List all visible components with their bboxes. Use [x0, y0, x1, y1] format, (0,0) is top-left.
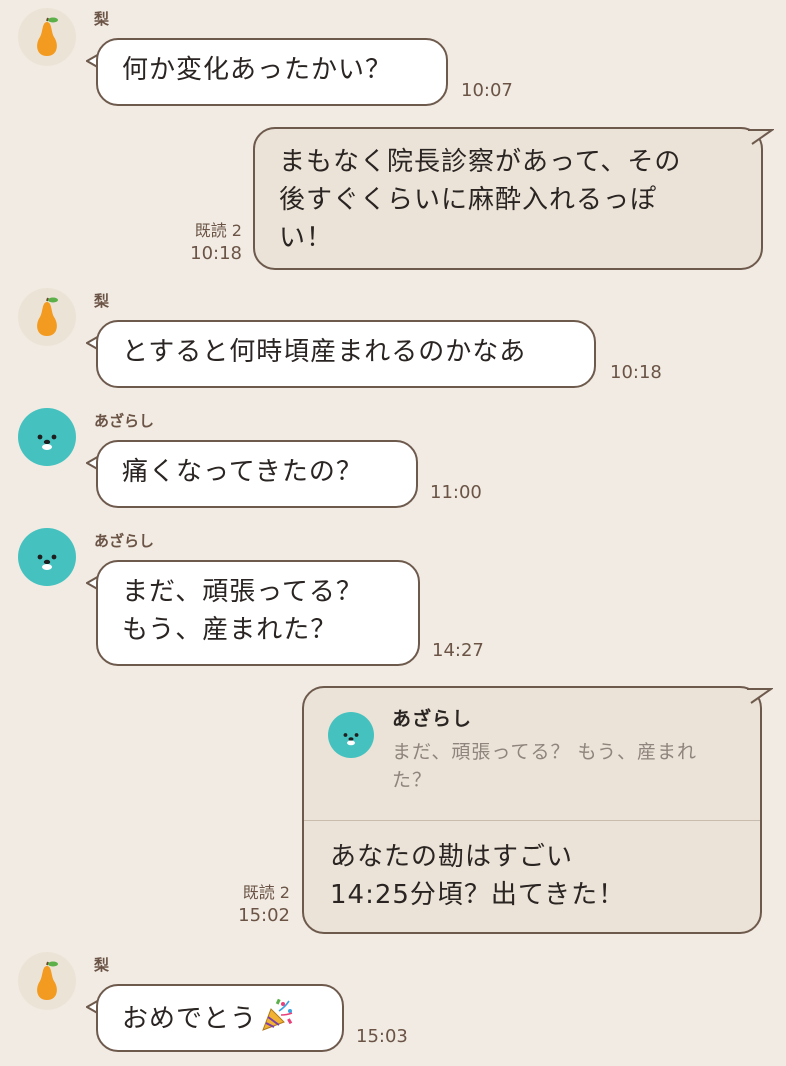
bubble-tail	[747, 688, 773, 704]
message-line: あなたの勘はすごい	[330, 842, 574, 872]
pear-icon	[37, 297, 58, 336]
sender-name: あざらし	[94, 532, 155, 550]
seal-icon	[37, 554, 57, 570]
pear-icon	[37, 17, 58, 56]
bubble-tail	[748, 129, 774, 145]
seal-icon	[343, 733, 359, 746]
message-line: い！	[279, 223, 334, 253]
sender-name: 梨	[94, 956, 110, 974]
avatar[interactable]	[18, 8, 76, 66]
timestamp: 10:07	[461, 80, 513, 101]
avatar[interactable]	[18, 952, 76, 1010]
divider	[304, 820, 760, 821]
read-receipt: 既読 2	[194, 221, 242, 240]
avatar[interactable]	[18, 288, 76, 346]
reply-avatar	[328, 712, 374, 758]
message-line: まだ、頑張ってる？	[122, 577, 363, 607]
timestamp: 10:18	[610, 362, 662, 383]
reply-message-bubble[interactable]: あざらし まだ、頑張ってる？ もう、産まれ た？ あなたの勘はすごい 14:25…	[302, 686, 762, 934]
message-bubble[interactable]: とすると何時頃産まれるのかなあ	[96, 320, 596, 388]
timestamp: 11:00	[430, 482, 482, 503]
message-text: おめでとう	[122, 1004, 258, 1034]
message-line: もう、産まれた？	[122, 615, 338, 645]
message-line: 14:25分頃？出てきた！	[330, 880, 626, 910]
timestamp: 15:03	[356, 1026, 408, 1047]
party-popper-icon	[259, 997, 295, 1044]
message-bubble[interactable]: まだ、頑張ってる？ もう、産まれた？	[96, 560, 420, 666]
message-bubble[interactable]: おめでとう	[96, 984, 344, 1052]
message-line: 後すぐくらいに麻酔入れるっぽ	[279, 185, 658, 215]
sender-name: あざらし	[94, 412, 155, 430]
timestamp: 14:27	[432, 640, 484, 661]
read-receipt: 既読 2	[242, 883, 290, 902]
timestamp: 10:18	[190, 243, 242, 264]
message-bubble[interactable]: 何か変化あったかい？	[96, 38, 448, 106]
sender-name: 梨	[94, 10, 110, 28]
message-meta: 既読 2 15:02	[218, 882, 290, 928]
message-text: あなたの勘はすごい 14:25分頃？出てきた！	[330, 838, 744, 914]
sender-name: 梨	[94, 292, 110, 310]
quoted-text: まだ、頑張ってる？ もう、産まれ た？	[392, 738, 730, 794]
message-line: まもなく院長診察があって、その	[279, 147, 682, 177]
seal-icon	[37, 434, 57, 450]
avatar[interactable]	[18, 528, 76, 586]
pear-icon	[37, 961, 58, 1000]
quoted-sender: あざらし	[392, 708, 473, 730]
message-bubble[interactable]: 痛くなってきたの？	[96, 440, 418, 508]
quoted-line: まだ、頑張ってる？ もう、産まれ	[392, 741, 697, 763]
message-bubble[interactable]: まもなく院長診察があって、その 後すぐくらいに麻酔入れるっぽ い！	[253, 127, 763, 270]
message-meta: 既読 2 10:18	[170, 220, 242, 266]
quoted-line: た？	[392, 769, 433, 791]
timestamp: 15:02	[238, 905, 290, 926]
avatar[interactable]	[18, 408, 76, 466]
